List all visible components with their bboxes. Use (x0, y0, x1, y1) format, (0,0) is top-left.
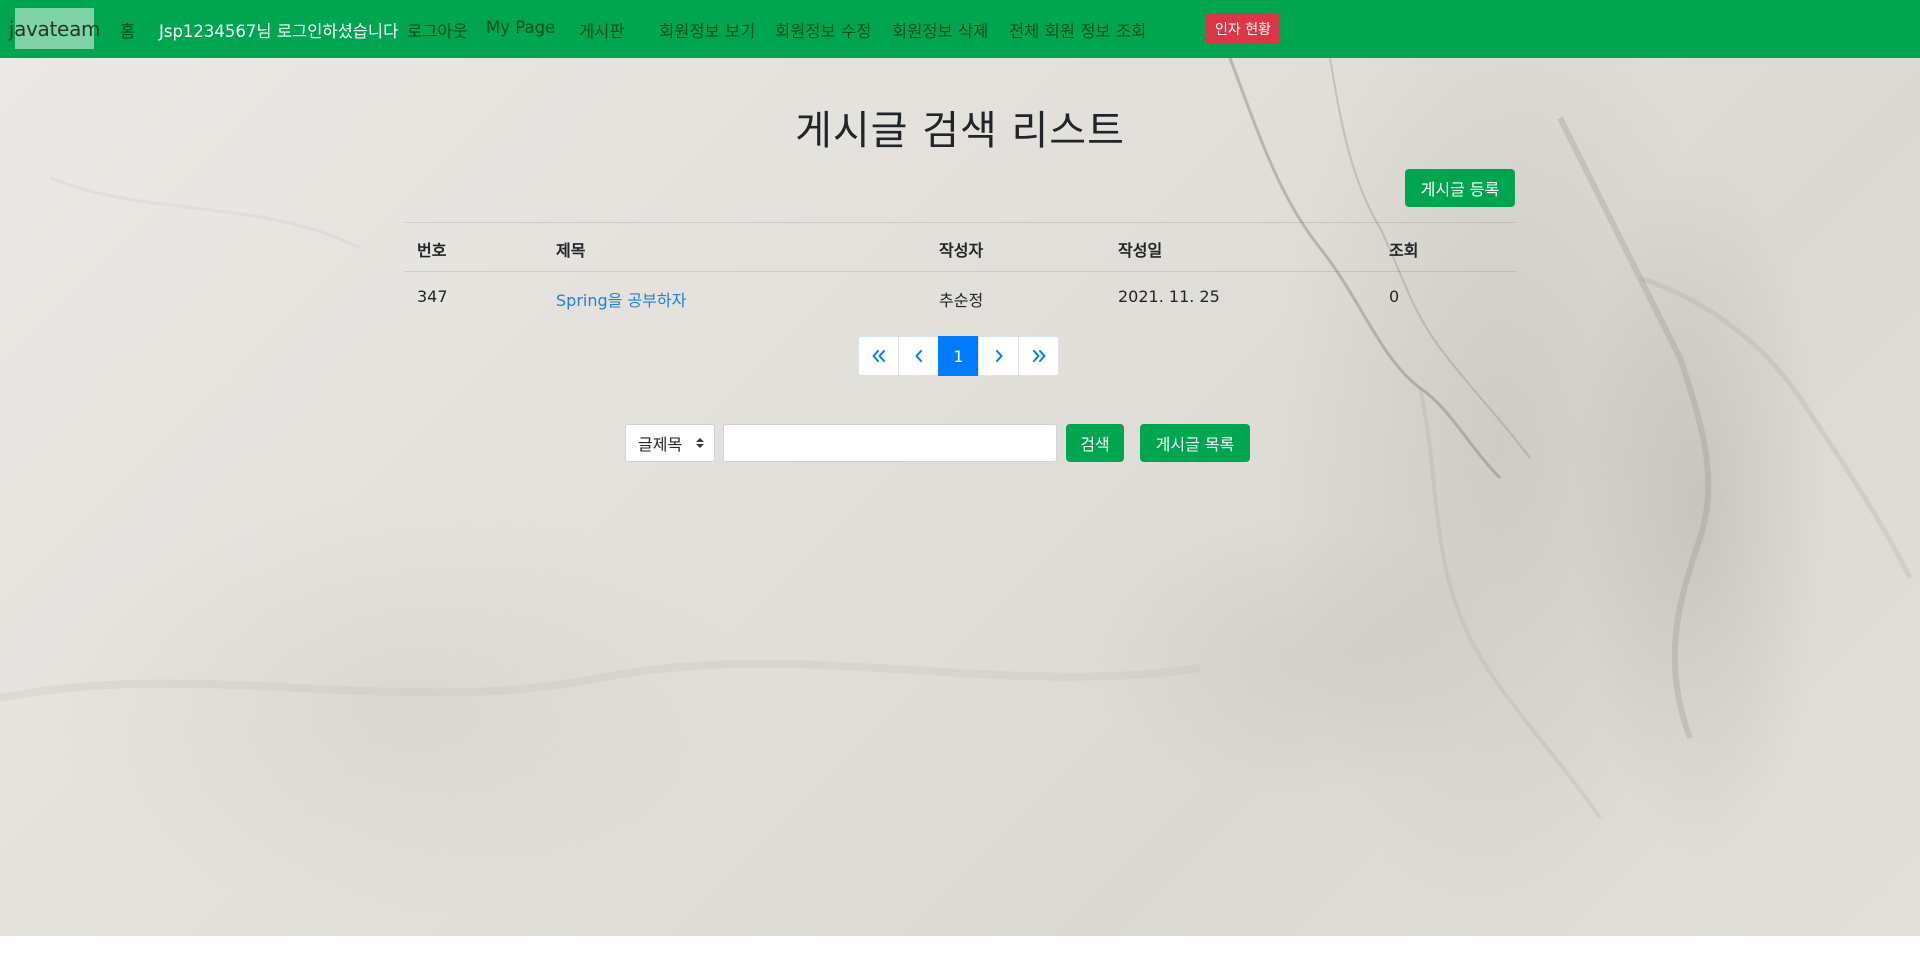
nav-home[interactable]: 홈 (120, 18, 135, 42)
page-title: 게시글 검색 리스트 (795, 108, 1125, 154)
row-views: 0 (1389, 287, 1400, 306)
search-field-selected: 글제목 (638, 435, 683, 454)
page-first-button[interactable] (858, 336, 899, 376)
status-badge-button[interactable]: 인자 현황 (1206, 13, 1280, 44)
nav-member-delete[interactable]: 회원정보 삭제 (892, 18, 988, 42)
user-greeting: Jsp1234567님 로그인하셨습니다 (159, 22, 399, 41)
chevron-left-icon (915, 350, 922, 362)
nav-board[interactable]: 게시판 (579, 18, 625, 42)
brand-logo[interactable]: javateam (9, 8, 101, 49)
header-title: 제목 (556, 241, 586, 260)
pagination: 1 (858, 336, 1059, 376)
nav-mypage[interactable]: My Page (486, 18, 555, 37)
double-chevron-right-icon (1032, 350, 1045, 362)
nav-member-view[interactable]: 회원정보 보기 (659, 18, 755, 42)
marble-veins-decoration (0, 58, 1913, 820)
search-field-select[interactable]: 글제목 (625, 424, 715, 462)
row-title-link[interactable]: Spring을 공부하자 (556, 287, 686, 311)
nav-member-edit[interactable]: 회원정보 수정 (775, 18, 871, 42)
table-top-border (404, 222, 1516, 223)
header-writer: 작성자 (939, 241, 984, 260)
double-chevron-left-icon (872, 350, 885, 362)
chevron-right-icon (995, 350, 1002, 362)
post-list-button[interactable]: 게시글 목록 (1140, 424, 1250, 462)
row-writer: 추순정 (939, 291, 984, 310)
page-next-button[interactable] (978, 336, 1019, 376)
page-prev-button[interactable] (898, 336, 939, 376)
search-input[interactable] (723, 424, 1057, 462)
nav-member-all[interactable]: 전체 회원 정보 조회 (1009, 18, 1146, 42)
marble-background (0, 58, 1920, 936)
header-number: 번호 (417, 241, 447, 260)
top-navbar: javateam 홈 Jsp1234567님 로그인하셨습니다 로그아웃 My … (0, 0, 1920, 58)
row-number: 347 (417, 287, 448, 306)
page-last-button[interactable] (1018, 336, 1059, 376)
nav-logout[interactable]: 로그아웃 (407, 18, 468, 42)
page-current-button[interactable]: 1 (938, 336, 979, 376)
search-button[interactable]: 검색 (1066, 424, 1124, 462)
table-header-border (404, 271, 1516, 272)
header-views: 조회 (1389, 241, 1419, 260)
header-date: 작성일 (1118, 241, 1163, 260)
select-caret-icon (696, 438, 704, 448)
register-post-button[interactable]: 게시글 등록 (1405, 169, 1515, 207)
row-date: 2021. 11. 25 (1118, 287, 1220, 306)
